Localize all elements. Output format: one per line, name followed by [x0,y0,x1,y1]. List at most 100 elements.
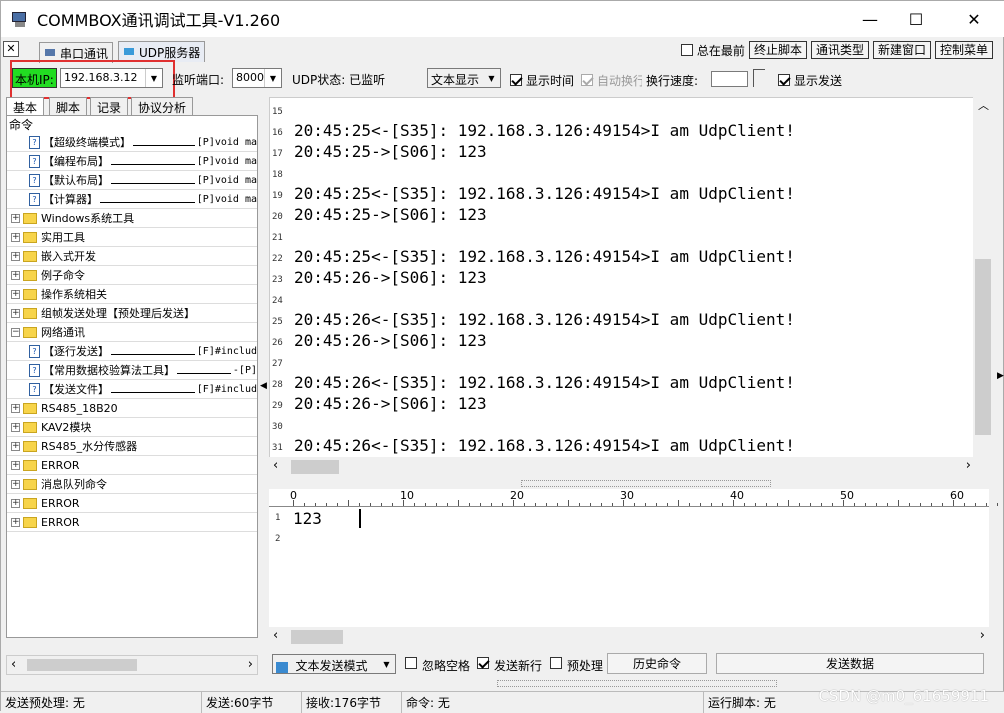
scroll-thumb[interactable] [291,460,339,474]
receive-output[interactable]: 15 16 20:45:25<-[S35]: 192.168.3.126:49154… [269,97,975,459]
expand-icon[interactable]: + [11,403,20,413]
tree-item[interactable]: ? 【逐行发送】 [F]#includ [7,342,257,361]
scroll-left-icon[interactable]: ‹ [273,458,278,473]
line-number: 26 [272,338,283,348]
vertical-splitter[interactable]: ◀ [259,99,268,679]
ruler-mark [436,503,437,506]
expand-icon[interactable]: + [11,289,20,299]
expand-icon[interactable]: + [11,251,20,261]
tab-basic[interactable]: 基本 [6,97,45,115]
history-button[interactable]: 历史命令 [607,653,707,674]
preprocess-checkbox[interactable] [550,657,562,669]
auto-wrap-checkbox[interactable] [581,74,593,86]
line-number: 2 [275,534,281,544]
close-tab-icon[interactable]: ✕ [3,41,19,57]
expand-icon[interactable]: + [11,498,20,508]
leader-line [177,366,231,374]
spin-handle[interactable] [753,69,765,87]
bottom-splitter[interactable] [497,680,777,687]
scroll-right-icon[interactable]: › [248,657,253,672]
tree-item[interactable]: ? 【常用数据校验算法工具】 -[P] [7,361,257,380]
output-line: 20:45:26<-[S35]: 192.168.3.126:49154>I a… [294,436,795,455]
expand-icon[interactable]: + [11,517,20,527]
ruler-mark [315,503,316,506]
show-send-checkbox[interactable] [778,74,790,86]
send-newline-checkbox[interactable] [477,657,489,669]
tree-item[interactable]: ? 【默认布局】 [P]void ma [7,171,257,190]
ruler-mark [557,503,558,506]
tree-item[interactable]: + 嵌入式开发 [7,247,257,266]
tab-protocol[interactable]: 协议分析 [131,97,194,115]
left-hscrollbar[interactable]: ‹ › [6,655,258,675]
tree-item[interactable]: + Windows系统工具 [7,209,257,228]
tree-item[interactable]: ? 【超级终端模式】 [P]void ma [7,133,257,152]
text-caret [359,509,361,528]
expand-icon[interactable]: + [11,308,20,318]
send-mode-combo[interactable]: 文本发送模式 ▼ [272,654,396,674]
expand-icon[interactable]: + [11,270,20,280]
expand-icon[interactable]: + [11,213,20,223]
scroll-thumb[interactable] [291,630,343,644]
scroll-thumb[interactable] [975,259,991,435]
ruler-mark [953,500,954,506]
tree-item-label: 【逐行发送】 [43,345,109,358]
display-mode-combo[interactable]: 文本显示 ▼ [427,68,501,88]
scroll-right-icon[interactable]: › [980,628,985,643]
scroll-up-icon[interactable]: ︿ [978,97,989,113]
ruler-mark [414,503,415,506]
collapse-right-icon[interactable]: ▶ [997,371,1004,381]
stop-script-button[interactable]: 终止脚本 [748,41,807,59]
collapse-icon[interactable]: − [11,327,20,337]
tree-item[interactable]: + RS485_水分传感器 [7,437,257,456]
horizontal-splitter[interactable] [521,480,771,487]
tree-item[interactable]: + KAV2模块 [7,418,257,437]
tree-item[interactable]: ? 【计算器】 [P]void ma [7,190,257,209]
tree-item[interactable]: ? 【编程布局】 [P]void ma [7,152,257,171]
tree-item[interactable]: ? 【发送文件】 [F]#includ [7,380,257,399]
tab-udp-server[interactable]: UDP服务器 [118,41,206,62]
scroll-right-icon[interactable]: › [966,458,971,473]
input-hscrollbar[interactable]: ‹ › [269,627,989,647]
send-data-button[interactable]: 发送数据 [716,653,984,674]
tree-item[interactable]: + ERROR [7,494,257,513]
scroll-left-icon[interactable]: ‹ [273,628,278,643]
tab-record[interactable]: 记录 [90,97,129,115]
ignore-space-checkbox[interactable] [405,657,417,669]
tree-item[interactable]: + RS485_18B20 [7,399,257,418]
tree-item[interactable]: − 网络通讯 [7,323,257,342]
tree-item[interactable]: + 例子命令 [7,266,257,285]
always-on-top-checkbox[interactable] [680,44,693,56]
collapse-left-icon[interactable]: ◀ [260,381,267,391]
control-menu-button[interactable]: 控制菜单 [934,41,993,59]
serial-icon [45,49,55,56]
show-time-checkbox[interactable] [510,74,522,86]
expand-icon[interactable]: + [11,441,20,451]
listen-port-combo[interactable]: 8000 ▼ [232,68,282,88]
tree-item[interactable]: + 组帧发送处理【预处理后发送】 [7,304,257,323]
send-input[interactable]: 1 123 2 [269,507,989,627]
close-button[interactable]: ✕ [951,1,997,37]
ruler-mark [755,503,756,506]
expand-icon[interactable]: + [11,422,20,432]
tree-item[interactable]: + 消息队列命令 [7,475,257,494]
wrap-speed-input[interactable] [711,71,748,87]
tree-item[interactable]: + 操作系统相关 [7,285,257,304]
expand-icon[interactable]: + [11,460,20,470]
output-hscrollbar[interactable]: ‹ › [269,457,975,477]
scroll-thumb[interactable] [27,659,137,671]
tree-item[interactable]: + 实用工具 [7,228,257,247]
send-bar: 文本发送模式 ▼ 忽略空格 发送新行 预处理 历史命令 发送数据 [269,651,989,677]
leader-line [111,347,195,355]
expand-icon[interactable]: + [11,479,20,489]
maximize-button[interactable]: ☐ [893,1,939,37]
output-vscrollbar[interactable]: ︿ [973,97,993,459]
ignore-space-label: 忽略空格 [422,659,471,673]
tab-script[interactable]: 脚本 [49,97,88,115]
expand-icon[interactable]: + [11,232,20,242]
tree-item[interactable]: + ERROR [7,513,257,532]
scroll-left-icon[interactable]: ‹ [11,657,16,672]
comm-type-button[interactable]: 通讯类型 [810,41,869,59]
tree-item[interactable]: + ERROR [7,456,257,475]
new-window-button[interactable]: 新建窗口 [872,41,931,59]
minimize-button[interactable]: — [847,1,893,37]
